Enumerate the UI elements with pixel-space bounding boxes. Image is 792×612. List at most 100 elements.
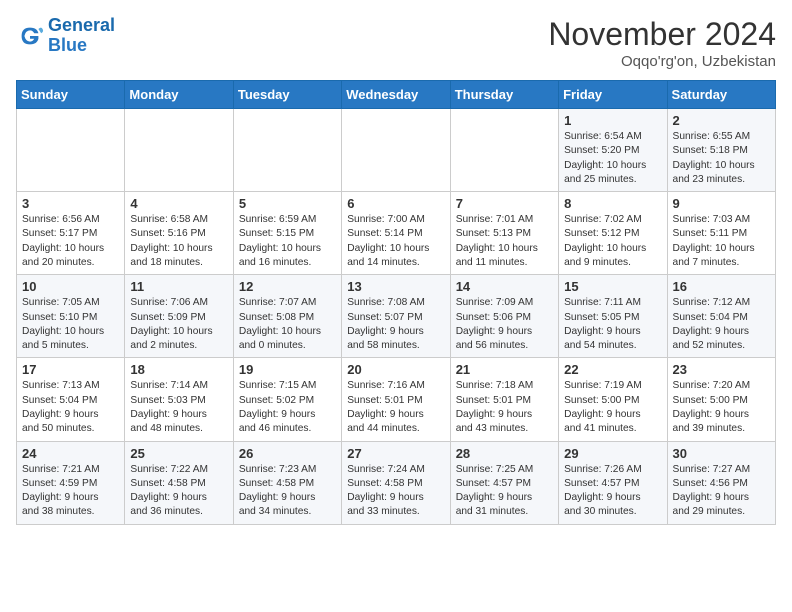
calendar-cell: 13 Sunrise: 7:08 AM Sunset: 5:07 PM Dayli… [342, 275, 450, 358]
day-number: 2 [673, 113, 770, 128]
calendar-cell: 19Sunrise: 7:15 AM Sunset: 5:02 PM Dayli… [233, 358, 341, 441]
day-info: Sunrise: 7:19 AM Sunset: 5:00 PM Dayligh… [564, 379, 661, 436]
day-info: Sunrise: 7:00 AM Sunset: 5:14 PM Dayligh… [347, 213, 444, 270]
day-number: 17 [22, 362, 119, 377]
calendar-cell: 22 Sunrise: 7:19 AM Sunset: 5:00 PM Dayli… [559, 358, 667, 441]
day-number: 22 [564, 362, 661, 377]
day-info: Sunrise: 6:54 AM Sunset: 5:20 PM Dayligh… [564, 130, 661, 187]
day-number: 28 [456, 446, 553, 461]
day-number: 8 [564, 196, 661, 211]
calendar-cell: 23Sunrise: 7:20 AM Sunset: 5:00 PM Dayli… [667, 358, 775, 441]
title-block: November 2024 Oqqo'rg'on, Uzbekistan [548, 16, 776, 70]
day-number: 21 [456, 362, 553, 377]
logo-icon [16, 22, 44, 50]
calendar-cell [233, 109, 341, 192]
calendar-cell: 10 Sunrise: 7:05 AM Sunset: 5:10 PM Dayli… [17, 275, 125, 358]
weekday-header: Friday [559, 81, 667, 109]
day-number: 14 [456, 279, 553, 294]
day-number: 19 [239, 362, 336, 377]
calendar-cell: 25 Sunrise: 7:22 AM Sunset: 4:58 PM Dayli… [125, 441, 233, 524]
calendar-cell: 27 Sunrise: 7:24 AM Sunset: 4:58 PM Dayli… [342, 441, 450, 524]
day-info: Sunrise: 6:59 AM Sunset: 5:15 PM Dayligh… [239, 213, 336, 270]
calendar-cell: 18 Sunrise: 7:14 AM Sunset: 5:03 PM Dayli… [125, 358, 233, 441]
day-info: Sunrise: 7:14 AM Sunset: 5:03 PM Dayligh… [130, 379, 227, 436]
day-info: Sunrise: 7:16 AM Sunset: 5:01 PM Dayligh… [347, 379, 444, 436]
day-info: Sunrise: 7:21 AM Sunset: 4:59 PM Dayligh… [22, 463, 119, 520]
logo-text: General Blue [48, 16, 115, 56]
day-info: Sunrise: 7:27 AM Sunset: 4:56 PM Dayligh… [673, 463, 770, 520]
calendar-cell: 4Sunrise: 6:58 AM Sunset: 5:16 PM Daylig… [125, 192, 233, 275]
calendar-cell: 24 Sunrise: 7:21 AM Sunset: 4:59 PM Dayli… [17, 441, 125, 524]
calendar-cell: 5 Sunrise: 6:59 AM Sunset: 5:15 PM Daylig… [233, 192, 341, 275]
calendar-cell: 7Sunrise: 7:01 AM Sunset: 5:13 PM Daylig… [450, 192, 558, 275]
weekday-header: Saturday [667, 81, 775, 109]
month-title: November 2024 [548, 16, 776, 53]
day-number: 13 [347, 279, 444, 294]
logo: General Blue [16, 16, 115, 56]
calendar-cell: 15 Sunrise: 7:11 AM Sunset: 5:05 PM Dayli… [559, 275, 667, 358]
calendar-cell: 30 Sunrise: 7:27 AM Sunset: 4:56 PM Dayli… [667, 441, 775, 524]
day-number: 26 [239, 446, 336, 461]
page-header: General Blue November 2024 Oqqo'rg'on, U… [16, 16, 776, 70]
day-number: 18 [130, 362, 227, 377]
day-number: 25 [130, 446, 227, 461]
calendar-cell: 12 Sunrise: 7:07 AM Sunset: 5:08 PM Dayli… [233, 275, 341, 358]
calendar-cell [342, 109, 450, 192]
day-info: Sunrise: 7:23 AM Sunset: 4:58 PM Dayligh… [239, 463, 336, 520]
weekday-header: Thursday [450, 81, 558, 109]
day-number: 10 [22, 279, 119, 294]
day-info: Sunrise: 6:58 AM Sunset: 5:16 PM Dayligh… [130, 213, 227, 270]
calendar-cell: 6 Sunrise: 7:00 AM Sunset: 5:14 PM Daylig… [342, 192, 450, 275]
day-number: 27 [347, 446, 444, 461]
day-info: Sunrise: 7:12 AM Sunset: 5:04 PM Dayligh… [673, 296, 770, 353]
day-number: 16 [673, 279, 770, 294]
calendar-cell [17, 109, 125, 192]
day-info: Sunrise: 7:20 AM Sunset: 5:00 PM Dayligh… [673, 379, 770, 436]
calendar-cell: 20 Sunrise: 7:16 AM Sunset: 5:01 PM Dayli… [342, 358, 450, 441]
calendar-cell: 1Sunrise: 6:54 AM Sunset: 5:20 PM Daylig… [559, 109, 667, 192]
day-number: 6 [347, 196, 444, 211]
weekday-header: Tuesday [233, 81, 341, 109]
day-number: 29 [564, 446, 661, 461]
day-info: Sunrise: 6:55 AM Sunset: 5:18 PM Dayligh… [673, 130, 770, 187]
calendar-cell: 29 Sunrise: 7:26 AM Sunset: 4:57 PM Dayli… [559, 441, 667, 524]
day-number: 24 [22, 446, 119, 461]
day-info: Sunrise: 7:24 AM Sunset: 4:58 PM Dayligh… [347, 463, 444, 520]
weekday-header: Monday [125, 81, 233, 109]
calendar-week-row: 17 Sunrise: 7:13 AM Sunset: 5:04 PM Dayli… [17, 358, 776, 441]
day-number: 30 [673, 446, 770, 461]
calendar-cell: 14Sunrise: 7:09 AM Sunset: 5:06 PM Dayli… [450, 275, 558, 358]
calendar-cell: 11Sunrise: 7:06 AM Sunset: 5:09 PM Dayli… [125, 275, 233, 358]
calendar-header: SundayMondayTuesdayWednesdayThursdayFrid… [17, 81, 776, 109]
calendar-cell: 28Sunrise: 7:25 AM Sunset: 4:57 PM Dayli… [450, 441, 558, 524]
day-number: 7 [456, 196, 553, 211]
calendar-cell: 9Sunrise: 7:03 AM Sunset: 5:11 PM Daylig… [667, 192, 775, 275]
calendar-cell: 26 Sunrise: 7:23 AM Sunset: 4:58 PM Dayli… [233, 441, 341, 524]
day-info: Sunrise: 7:07 AM Sunset: 5:08 PM Dayligh… [239, 296, 336, 353]
calendar-cell: 17 Sunrise: 7:13 AM Sunset: 5:04 PM Dayli… [17, 358, 125, 441]
calendar-week-row: 24 Sunrise: 7:21 AM Sunset: 4:59 PM Dayli… [17, 441, 776, 524]
day-info: Sunrise: 7:05 AM Sunset: 5:10 PM Dayligh… [22, 296, 119, 353]
weekday-header: Wednesday [342, 81, 450, 109]
day-number: 5 [239, 196, 336, 211]
day-info: Sunrise: 7:11 AM Sunset: 5:05 PM Dayligh… [564, 296, 661, 353]
day-number: 9 [673, 196, 770, 211]
calendar-week-row: 1Sunrise: 6:54 AM Sunset: 5:20 PM Daylig… [17, 109, 776, 192]
calendar-cell: 3Sunrise: 6:56 AM Sunset: 5:17 PM Daylig… [17, 192, 125, 275]
weekday-header: Sunday [17, 81, 125, 109]
weekday-row: SundayMondayTuesdayWednesdayThursdayFrid… [17, 81, 776, 109]
day-number: 20 [347, 362, 444, 377]
day-info: Sunrise: 7:08 AM Sunset: 5:07 PM Dayligh… [347, 296, 444, 353]
day-number: 3 [22, 196, 119, 211]
day-number: 15 [564, 279, 661, 294]
calendar-cell [450, 109, 558, 192]
calendar-week-row: 3Sunrise: 6:56 AM Sunset: 5:17 PM Daylig… [17, 192, 776, 275]
calendar-cell: 16 Sunrise: 7:12 AM Sunset: 5:04 PM Dayli… [667, 275, 775, 358]
day-info: Sunrise: 7:22 AM Sunset: 4:58 PM Dayligh… [130, 463, 227, 520]
calendar: SundayMondayTuesdayWednesdayThursdayFrid… [16, 80, 776, 525]
day-info: Sunrise: 7:26 AM Sunset: 4:57 PM Dayligh… [564, 463, 661, 520]
calendar-body: 1Sunrise: 6:54 AM Sunset: 5:20 PM Daylig… [17, 109, 776, 525]
day-number: 12 [239, 279, 336, 294]
day-info: Sunrise: 7:13 AM Sunset: 5:04 PM Dayligh… [22, 379, 119, 436]
day-info: Sunrise: 7:18 AM Sunset: 5:01 PM Dayligh… [456, 379, 553, 436]
